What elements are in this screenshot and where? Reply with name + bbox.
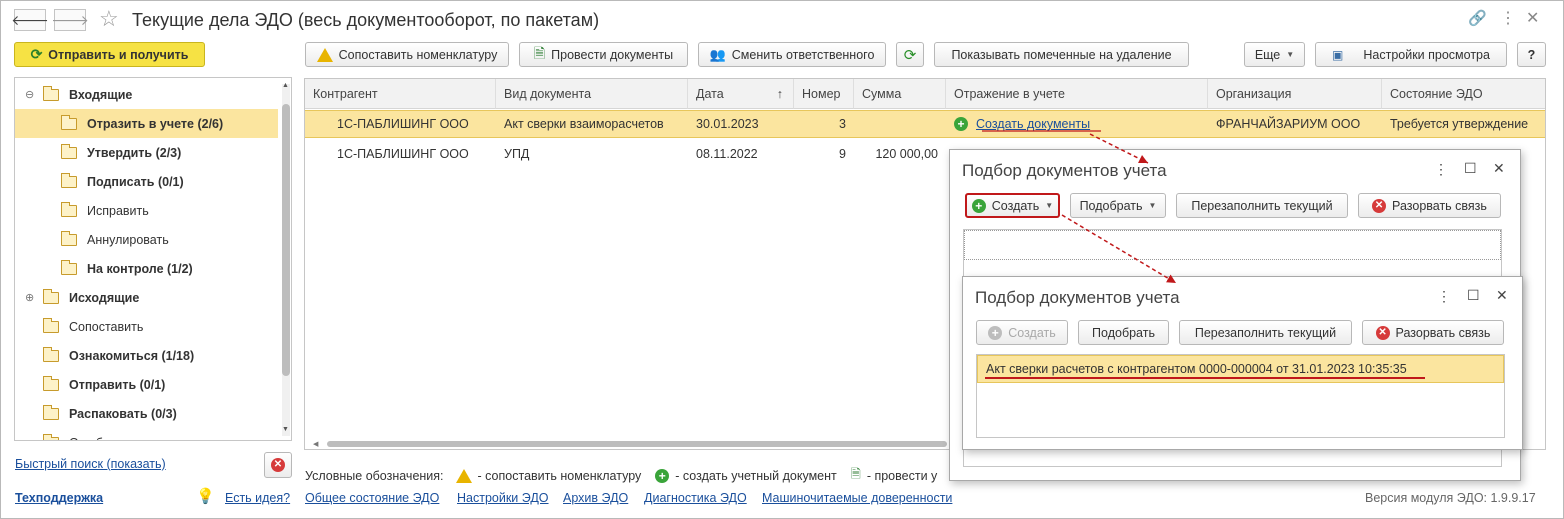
edo-diagnostics-link[interactable]: Диагностика ЭДО	[644, 491, 747, 505]
annotation-arrow-1	[1089, 133, 1149, 164]
module-version: Версия модуля ЭДО: 1.9.9.17	[1365, 491, 1536, 505]
support-link[interactable]: Техподдержка	[15, 491, 103, 505]
annotation-arrow-2	[1061, 214, 1177, 284]
poa-link[interactable]: Машиночитаемые доверенности	[762, 491, 952, 505]
idea-link[interactable]: Есть идея?	[225, 491, 290, 505]
edo-settings-link[interactable]: Настройки ЭДО	[457, 491, 549, 505]
annotation-arrows	[982, 130, 1177, 284]
edo-state-link[interactable]: Общее состояние ЭДО	[305, 491, 439, 505]
lightbulb-icon: 💡	[196, 488, 215, 505]
edo-archive-link[interactable]: Архив ЭДО	[563, 491, 628, 505]
